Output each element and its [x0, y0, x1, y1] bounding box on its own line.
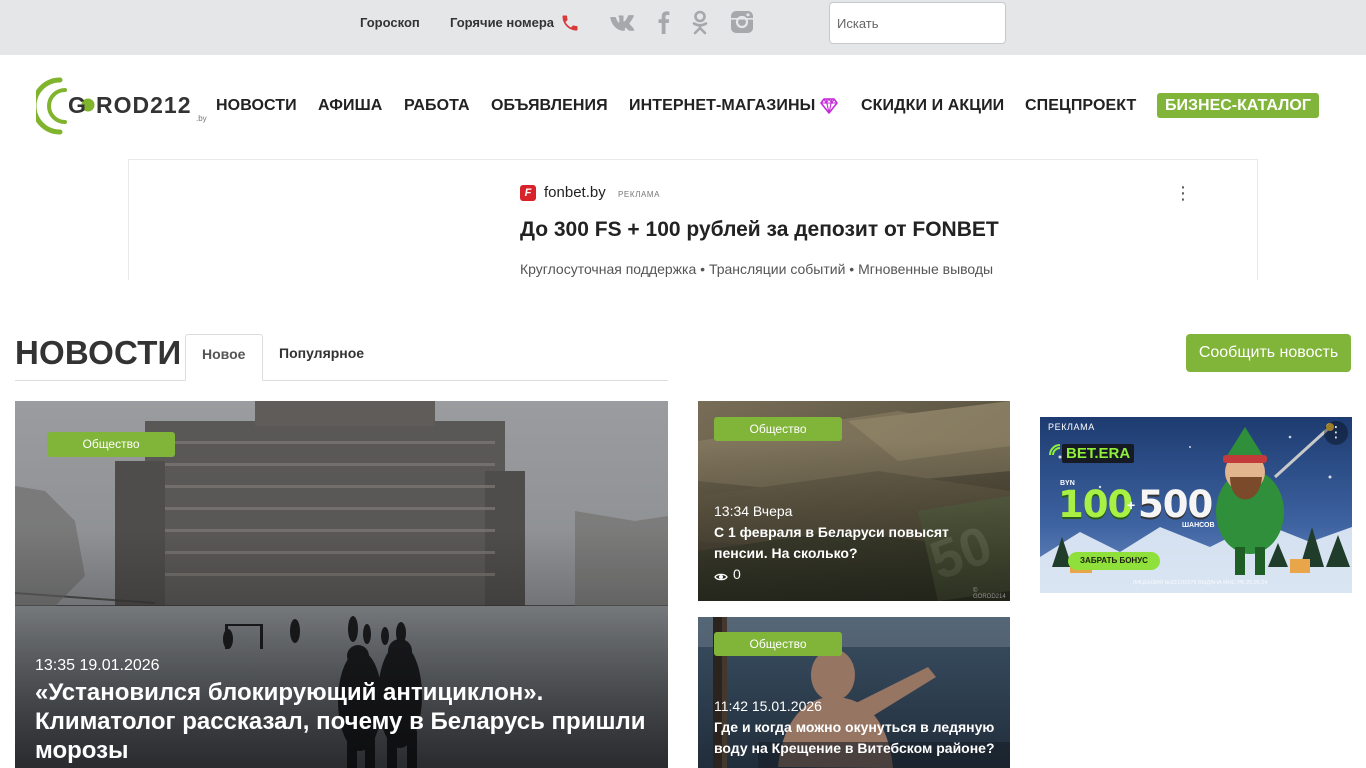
nav-discounts[interactable]: СКИДКИ И АКЦИИ — [861, 97, 1004, 115]
horoscope-link[interactable]: Гороскоп — [360, 15, 420, 30]
news-time: 13:35 19.01.2026 — [35, 657, 160, 674]
betera-brand: BET.ERA — [1062, 444, 1135, 463]
business-catalog-button[interactable]: БИЗНЕС-КАТАЛОГ — [1157, 93, 1319, 118]
news-card-baptism[interactable]: Общество 11:42 15.01.2026 Где и когда мо… — [698, 617, 1010, 768]
news-time: 11:42 15.01.2026 — [714, 698, 822, 714]
facebook-icon[interactable] — [651, 9, 677, 35]
nav-jobs[interactable]: РАБОТА — [404, 97, 470, 115]
site-logo[interactable]: G ROD212 .by — [36, 75, 212, 137]
ad-title[interactable]: До 300 FS + 100 рублей за депозит от FON… — [520, 218, 999, 242]
logo-text-g: G — [68, 92, 87, 118]
tab-new[interactable]: Новое — [185, 334, 263, 381]
vk-icon[interactable] — [610, 9, 636, 35]
logo-text: ROD212 — [96, 92, 191, 118]
category-badge[interactable]: Общество — [714, 417, 842, 441]
views-counter: 0 — [714, 566, 741, 582]
side-ad-plus: + — [1127, 497, 1136, 513]
side-ad-unit: ШАНСОВ — [1182, 522, 1215, 529]
fonbet-favicon-icon: F — [520, 185, 536, 201]
nav-news[interactable]: НОВОСТИ — [216, 97, 297, 115]
side-ad-label: РЕКЛАМА — [1048, 422, 1095, 432]
instagram-icon[interactable] — [729, 9, 755, 35]
logo-suffix: .by — [196, 114, 207, 123]
claim-bonus-button[interactable]: ЗАБРАТЬ БОНУС — [1068, 552, 1160, 570]
nav-afisha[interactable]: АФИША — [318, 97, 382, 115]
report-news-button[interactable]: Сообщить новость — [1186, 334, 1351, 372]
ad-label: РЕКЛАМА — [618, 190, 661, 199]
ad-domain[interactable]: fonbet.by — [544, 184, 606, 201]
nav-online-shops[interactable]: ИНТЕРНЕТ-МАГАЗИНЫ — [629, 97, 815, 115]
category-badge[interactable]: Общество — [47, 432, 175, 457]
nav-special-project[interactable]: СПЕЦПРОЕКТ — [1025, 97, 1136, 115]
news-title[interactable]: С 1 февраля в Беларуси повысят пенсии. Н… — [714, 522, 999, 564]
odnoklassniki-icon[interactable] — [687, 9, 713, 35]
news-title[interactable]: Где и когда можно окунуться в ледяную во… — [714, 717, 999, 759]
more-options-icon[interactable]: ⋮ — [1173, 182, 1193, 204]
news-card-main[interactable]: Общество 13:35 19.01.2026 «Установился б… — [15, 401, 668, 768]
news-time: 13:34 Вчера — [714, 503, 793, 519]
phone-icon[interactable] — [560, 13, 580, 33]
more-options-icon[interactable]: ⋮ — [1324, 421, 1348, 445]
side-ad-amount-right: 500 — [1138, 483, 1213, 526]
side-ad-amount-left: 100 — [1058, 483, 1133, 526]
top-bar: Гороскоп Горячие номера — [0, 0, 1366, 55]
image-watermark: © GOROD214 — [973, 588, 1006, 600]
tab-popular[interactable]: Популярное — [263, 334, 380, 381]
hot-numbers-link[interactable]: Горячие номера — [450, 15, 554, 30]
eye-icon — [714, 569, 728, 581]
nav-classifieds[interactable]: ОБЪЯВЛЕНИЯ — [491, 97, 608, 115]
diamond-icon — [820, 98, 838, 114]
signal-icon — [1048, 443, 1062, 457]
ad-description: Круглосуточная поддержка • Трансляции со… — [520, 261, 994, 277]
news-card-pension[interactable]: 50 Общество 13:34 Вчера С 1 февраля в Бе… — [698, 401, 1010, 601]
news-title[interactable]: «Установился блокирующий антициклон». Кл… — [35, 678, 655, 765]
category-badge[interactable]: Общество — [714, 632, 842, 656]
side-ad-license: ЛИЦЕНЗИЯ №33120/376 ВЫДАНА МНС РБ 25.05.… — [1132, 580, 1268, 586]
views-count: 0 — [733, 566, 741, 582]
news-heading: НОВОСТИ — [15, 334, 182, 371]
side-ad-banner[interactable]: РЕКЛАМА ⋮ BET.ERA BYN 100 + 500 ШАНСОВ З… — [1040, 417, 1352, 593]
search-input[interactable] — [829, 2, 1006, 44]
